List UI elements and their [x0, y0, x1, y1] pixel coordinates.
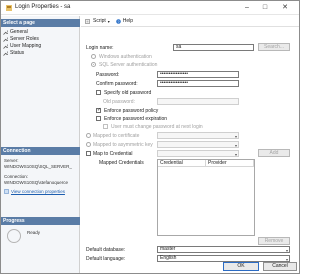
page-status[interactable]: Status — [3, 50, 24, 56]
properties-icon — [4, 189, 9, 194]
wrench-icon — [3, 30, 8, 35]
page-general-label: General — [10, 29, 28, 35]
default-language-label: Default language: — [86, 256, 126, 262]
must-change-label: User must change password at next login — [111, 124, 203, 130]
chevron-down-icon: ▾ — [107, 18, 110, 24]
old-password-input[interactable] — [157, 98, 239, 105]
page-user-mapping[interactable]: User Mapping — [3, 43, 41, 49]
remove-credential-button[interactable]: Remove — [258, 237, 290, 245]
cancel-button[interactable]: Cancel — [263, 262, 297, 271]
enforce-policy-label: Enforce password policy — [104, 108, 159, 114]
script-button[interactable]: Script ▾ — [85, 18, 110, 24]
mapped-asymmetric-radio[interactable] — [86, 142, 91, 147]
asymmetric-key-select[interactable]: ▾ — [157, 141, 239, 148]
page-server-roles-label: Server Roles — [10, 36, 39, 42]
default-database-select[interactable]: master ▾ — [157, 246, 290, 253]
default-database-label: Default database: — [86, 247, 126, 253]
help-button[interactable]: ? Help — [115, 18, 134, 24]
default-language-value: English — [160, 255, 177, 261]
enforce-policy-checkbox[interactable] — [96, 107, 101, 113]
mapped-certificate-label: Mapped to certificate — [93, 133, 140, 139]
add-credential-button[interactable]: Add — [258, 149, 290, 157]
sql-auth-radio[interactable] — [91, 62, 96, 67]
left-panel: Select a page General Server Roles User … — [1, 16, 80, 273]
title-bar: Login Properties - sa – □ ✕ — [1, 1, 299, 15]
column-provider[interactable]: Provider — [206, 160, 254, 167]
select-page-header: Select a page — [1, 19, 80, 27]
script-label: Script — [93, 18, 106, 24]
toolbar: Script ▾ ? Help — [81, 16, 299, 27]
specify-old-password-label: Specify old password — [104, 90, 152, 96]
progress-header: Progress — [1, 217, 80, 225]
server-label: Server: — [4, 158, 19, 163]
connection-header: Connection — [1, 147, 80, 155]
connection-value: WINDOWS10SQ\stefanoquerce — [4, 180, 69, 185]
wrench-icon — [3, 37, 8, 42]
chevron-down-icon: ▾ — [234, 143, 237, 148]
enforce-expiration-checkbox[interactable] — [96, 116, 101, 121]
default-database-value: master — [160, 246, 176, 252]
specify-old-password-checkbox[interactable] — [96, 90, 101, 95]
chevron-down-icon: ▾ — [234, 152, 237, 157]
windows-auth-radio[interactable] — [91, 54, 96, 59]
window-title: Login Properties - sa — [15, 4, 71, 10]
login-name-input[interactable]: sa — [173, 44, 254, 51]
minimize-button[interactable]: – — [241, 3, 253, 13]
connection-label: Connection: — [4, 174, 29, 179]
mapped-credentials-grid[interactable]: Credential Provider — [157, 159, 255, 236]
column-credential[interactable]: Credential — [158, 160, 206, 167]
page-status-label: Status — [10, 50, 25, 56]
confirm-password-input[interactable]: •••••••••••••••• — [157, 80, 239, 87]
page-user-mapping-label: User Mapping — [10, 43, 42, 49]
mapped-asymmetric-label: Mapped to asymmetric key — [93, 142, 153, 148]
map-credential-label: Map to Credential — [93, 151, 133, 157]
progress-status: Ready — [27, 230, 41, 235]
view-connection-row: View connection properties — [4, 189, 65, 194]
mapped-certificate-radio[interactable] — [86, 133, 91, 138]
ok-button[interactable]: OK — [223, 262, 259, 271]
page-general[interactable]: General — [3, 29, 28, 35]
map-credential-checkbox[interactable] — [86, 151, 91, 156]
login-properties-window: Login Properties - sa – □ ✕ Select a pag… — [0, 0, 300, 274]
chevron-down-icon: ▾ — [285, 248, 288, 253]
server-value: WINDOWS10SQ\SQL_SERVER_ — [4, 164, 72, 169]
svg-text:?: ? — [117, 20, 119, 24]
maximize-button[interactable]: □ — [259, 3, 271, 13]
password-label: Password: — [96, 72, 120, 78]
search-button[interactable]: Search... — [258, 43, 290, 51]
login-name-label: Login name: — [86, 45, 114, 51]
help-label: Help — [122, 18, 134, 24]
script-icon — [85, 18, 90, 24]
default-language-select[interactable]: English ▾ — [157, 255, 290, 262]
old-password-label: Old password: — [103, 99, 135, 105]
mapped-credentials-label: Mapped Credentials — [99, 160, 144, 166]
view-connection-link[interactable]: View connection properties — [11, 189, 65, 194]
login-app-icon — [6, 5, 12, 11]
wrench-icon — [3, 51, 8, 56]
password-input[interactable]: •••••••••••••••• — [157, 71, 239, 78]
wrench-icon — [3, 44, 8, 49]
chevron-down-icon: ▾ — [234, 134, 237, 139]
help-icon: ? — [115, 18, 121, 24]
page-server-roles[interactable]: Server Roles — [3, 36, 39, 42]
certificate-select[interactable]: ▾ — [157, 132, 239, 139]
right-panel: Script ▾ ? Help Login name: sa Search...… — [81, 16, 299, 273]
sql-auth-label: SQL Server authentication — [99, 62, 158, 68]
credential-select[interactable]: ▾ — [157, 150, 239, 157]
windows-auth-label: Windows authentication — [99, 54, 152, 60]
must-change-checkbox[interactable] — [103, 124, 108, 129]
enforce-expiration-label: Enforce password expiration — [104, 116, 168, 122]
close-button[interactable]: ✕ — [279, 3, 291, 13]
progress-spinner-icon — [7, 229, 21, 243]
confirm-password-label: Confirm password: — [96, 81, 138, 87]
